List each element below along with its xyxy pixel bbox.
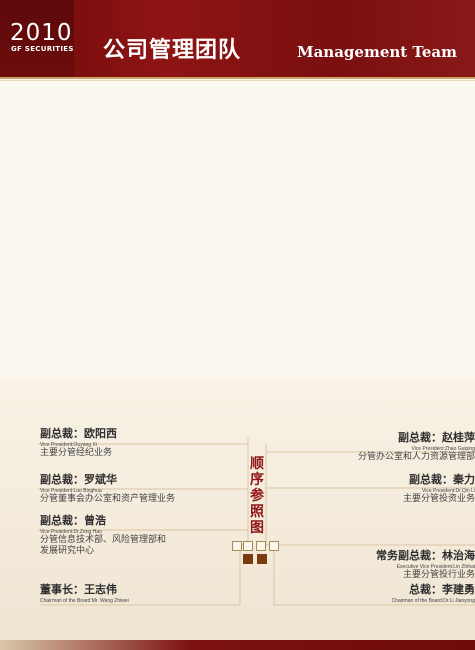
person-role: 总裁：李建勇	[409, 583, 475, 596]
center-char: 照	[250, 504, 264, 520]
person-responsibility: 分管办公室和人力资源管理部	[357, 452, 475, 462]
person-responsibility: 发展研究中心	[40, 546, 95, 556]
page: 2010 GF SECURITIES 公司管理团队 Management Tea…	[0, 0, 475, 650]
order-reference-label: 顺 序 参 照 图	[247, 456, 267, 536]
person-english-name: Chairman of the Board:Mr. Wang Zhiwei	[40, 598, 129, 604]
person-role: 常务副总裁：林治海	[376, 549, 475, 562]
person-qin-li: 副总裁：秦力 Vice President:Dr.Qin Li 主要分管投资业务	[403, 471, 475, 505]
person-li-jianyong: 总裁：李建勇 Chairman of the Board:Dr.Li Jiany…	[392, 581, 475, 604]
order-box-outline	[269, 541, 279, 551]
order-box-outline	[256, 541, 266, 551]
person-responsibility: 分管信息技术部、风险管理部和	[40, 535, 167, 545]
person-ouyang-xi: 副总裁：欧阳西 Vice President:Ouyang Xi 主要分管经纪业…	[40, 425, 117, 459]
center-char: 顺	[250, 456, 264, 472]
person-lin-zhihai: 常务副总裁：林治海 Executive Vice President:Lin Z…	[376, 547, 475, 581]
order-box-filled	[257, 554, 267, 564]
order-box-filled	[243, 554, 253, 564]
center-char: 参	[250, 488, 264, 504]
person-responsibility: 主要分管投资业务	[402, 494, 475, 504]
person-responsibility: 分管董事会办公室和资产管理业务	[40, 494, 176, 504]
person-role: 副总裁：罗斌华	[40, 473, 117, 486]
person-responsibility: 主要分管经纪业务	[40, 448, 113, 458]
center-char: 序	[250, 472, 264, 488]
person-english-name: Chairman of the Board:Dr.Li Jianyong	[391, 598, 475, 604]
person-role: 副总裁：赵桂萍	[398, 431, 475, 444]
person-role: 副总裁：秦力	[409, 473, 475, 486]
person-responsibility: 主要分管投行业务	[402, 570, 475, 580]
person-role: 董事长：王志伟	[40, 583, 117, 596]
person-role: 副总裁：曾浩	[40, 514, 106, 527]
order-box-outline	[232, 541, 242, 551]
person-role: 副总裁：欧阳西	[40, 427, 117, 440]
person-zeng-hao: 副总裁：曾浩 Vice President:Dr.Zeng Hao 分管信息技术…	[40, 512, 166, 557]
order-box-outline	[243, 541, 253, 551]
person-wang-zhiwei: 董事长：王志伟 Chairman of the Board:Mr. Wang Z…	[40, 581, 129, 604]
person-zhao-guiping: 副总裁：赵桂萍 Vice President:Zhao Guiping 分管办公…	[358, 429, 475, 463]
person-luo-binghua: 副总裁：罗斌华 Vice President:Luo Binghua 分管董事会…	[40, 471, 175, 505]
footer-bar	[0, 640, 475, 650]
center-char: 图	[250, 520, 264, 536]
